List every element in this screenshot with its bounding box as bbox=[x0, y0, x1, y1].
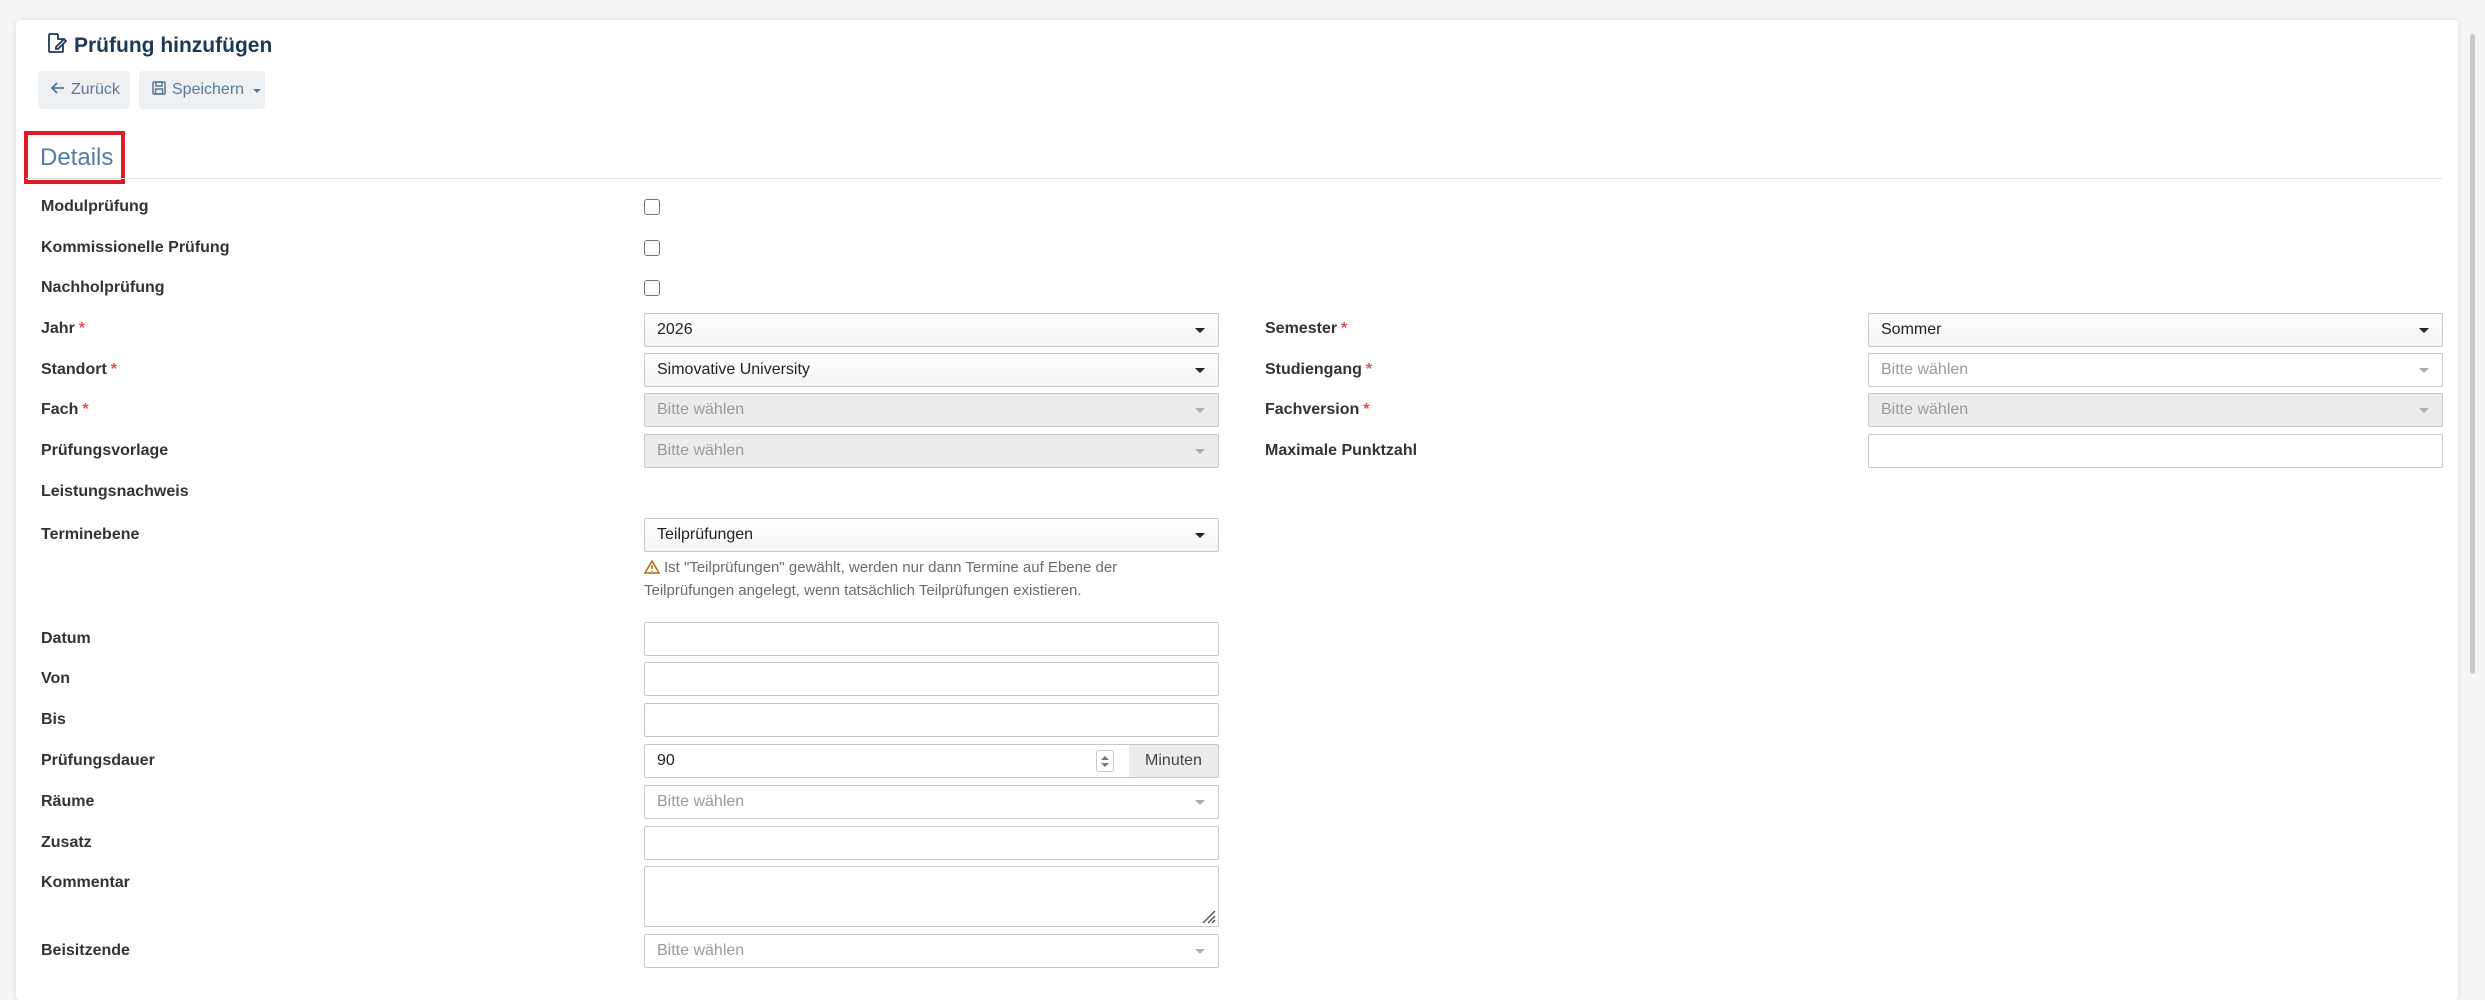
fach-label-text: Fach bbox=[41, 401, 79, 418]
required-marker: * bbox=[82, 401, 89, 418]
modulpruefung-label: Modulprüfung bbox=[41, 198, 149, 215]
zusatz-input[interactable] bbox=[644, 826, 1219, 860]
required-marker: * bbox=[78, 320, 86, 337]
jahr-select[interactable]: 2026 bbox=[644, 313, 1219, 347]
required-marker: * bbox=[1365, 361, 1373, 378]
kommissionelle-label: Kommissionelle Prüfung bbox=[41, 239, 230, 256]
semester-select[interactable]: Sommer bbox=[1868, 313, 2443, 347]
highlight-box bbox=[24, 131, 125, 184]
terminebene-note-line2: Teilprüfungen angelegt, wenn tatsächlich… bbox=[644, 582, 1082, 599]
studiengang-label: Studiengang * bbox=[1265, 361, 1372, 379]
raeume-label: Räume bbox=[41, 793, 95, 810]
pruefungsdauer-input[interactable]: 90 bbox=[644, 744, 1130, 778]
standort-label-text: Standort bbox=[41, 361, 107, 378]
number-spinner[interactable] bbox=[1096, 750, 1114, 772]
page-title: Prüfung hinzufügen bbox=[44, 30, 272, 62]
warning-triangle-icon bbox=[643, 558, 661, 574]
floppy-disk-icon bbox=[151, 80, 167, 101]
arrow-left-icon bbox=[50, 80, 66, 101]
save-button-label: Speichern bbox=[172, 81, 245, 98]
beisitzende-placeholder: Bitte wählen bbox=[657, 942, 745, 959]
studiengang-label-text: Studiengang bbox=[1265, 361, 1362, 378]
nachholpruefung-checkbox[interactable] bbox=[644, 280, 660, 296]
kommissionelle-checkbox[interactable] bbox=[644, 240, 660, 256]
bis-label: Bis bbox=[41, 711, 66, 728]
chevron-down-icon bbox=[1195, 328, 1205, 333]
save-button[interactable]: Speichern bbox=[139, 71, 265, 109]
chevron-down-icon bbox=[253, 89, 262, 93]
jahr-value: 2026 bbox=[657, 321, 693, 338]
page-card bbox=[16, 20, 2458, 1000]
maximale-punktzahl-input[interactable] bbox=[1868, 434, 2443, 468]
fachversion-label-text: Fachversion bbox=[1265, 401, 1360, 418]
standort-label: Standort * bbox=[41, 361, 117, 379]
pruefungsdauer-unit: Minuten bbox=[1129, 744, 1219, 778]
terminebene-select[interactable]: Teilprüfungen bbox=[644, 518, 1219, 552]
back-button-label: Zurück bbox=[71, 81, 120, 98]
nachholpruefung-label: Nachholprüfung bbox=[41, 279, 165, 296]
leistungsnachweis-label: Leistungsnachweis bbox=[41, 483, 189, 500]
required-marker: * bbox=[110, 361, 118, 378]
chevron-down-icon bbox=[1195, 408, 1205, 413]
chevron-down-icon bbox=[2419, 408, 2429, 413]
studiengang-placeholder: Bitte wählen bbox=[1881, 361, 1969, 378]
terminebene-note-line1: Ist "Teilprüfungen" gewählt, werden nur … bbox=[664, 559, 1118, 576]
jahr-label: Jahr * bbox=[41, 320, 85, 338]
fach-select[interactable]: Bitte wählen bbox=[644, 393, 1219, 427]
maximale-punktzahl-label: Maximale Punktzahl bbox=[1265, 442, 1418, 459]
standort-value: Simovative University bbox=[657, 361, 810, 378]
raeume-placeholder: Bitte wählen bbox=[657, 793, 745, 810]
chevron-down-icon bbox=[1195, 800, 1205, 805]
fachversion-label: Fachversion * bbox=[1265, 401, 1370, 419]
jahr-label-text: Jahr bbox=[41, 320, 75, 337]
modulpruefung-checkbox[interactable] bbox=[644, 199, 660, 215]
pruefungsvorlage-select[interactable]: Bitte wählen bbox=[644, 434, 1219, 468]
pruefungsdauer-label: Prüfungsdauer bbox=[41, 752, 155, 769]
semester-value: Sommer bbox=[1881, 321, 1942, 338]
studiengang-select[interactable]: Bitte wählen bbox=[1868, 353, 2443, 387]
semester-label: Semester * bbox=[1265, 320, 1347, 338]
datum-input[interactable] bbox=[644, 622, 1219, 656]
raeume-select[interactable]: Bitte wählen bbox=[644, 785, 1219, 819]
terminebene-value: Teilprüfungen bbox=[657, 526, 754, 543]
zusatz-label: Zusatz bbox=[41, 834, 92, 851]
fachversion-select[interactable]: Bitte wählen bbox=[1868, 393, 2443, 427]
pruefungsdauer-value: 90 bbox=[657, 752, 675, 769]
fachversion-placeholder: Bitte wählen bbox=[1881, 401, 1969, 418]
pruefungsvorlage-placeholder: Bitte wählen bbox=[657, 442, 745, 459]
chevron-down-icon bbox=[1195, 449, 1205, 454]
semester-label-text: Semester bbox=[1265, 320, 1338, 337]
chevron-down-icon bbox=[1195, 368, 1205, 373]
edit-document-icon bbox=[44, 31, 68, 61]
required-marker: * bbox=[1341, 320, 1348, 337]
kommentar-label: Kommentar bbox=[41, 874, 130, 891]
chevron-down-icon bbox=[1195, 533, 1205, 538]
beisitzende-label: Beisitzende bbox=[41, 942, 130, 959]
fach-label: Fach * bbox=[41, 401, 89, 419]
standort-select[interactable]: Simovative University bbox=[644, 353, 1219, 387]
chevron-down-icon bbox=[2419, 368, 2429, 373]
von-label: Von bbox=[41, 670, 71, 687]
terminebene-label: Terminebene bbox=[41, 526, 140, 543]
chevron-down-icon bbox=[2419, 328, 2429, 333]
scrollbar[interactable] bbox=[2470, 34, 2475, 674]
datum-label: Datum bbox=[41, 630, 91, 647]
terminebene-note: Ist "Teilprüfungen" gewählt, werden nur … bbox=[643, 556, 1204, 602]
fach-placeholder: Bitte wählen bbox=[657, 401, 745, 418]
bis-input[interactable] bbox=[644, 703, 1219, 737]
page-title-text: Prüfung hinzufügen bbox=[74, 34, 273, 57]
beisitzende-select[interactable]: Bitte wählen bbox=[644, 934, 1219, 968]
section-divider bbox=[26, 178, 2442, 179]
back-button[interactable]: Zurück bbox=[38, 71, 130, 109]
pruefungsvorlage-label: Prüfungsvorlage bbox=[41, 442, 169, 459]
resize-handle-icon[interactable] bbox=[1198, 906, 1216, 924]
required-marker: * bbox=[1363, 401, 1370, 418]
kommentar-textarea[interactable] bbox=[644, 866, 1219, 927]
chevron-down-icon bbox=[1195, 949, 1205, 954]
von-input[interactable] bbox=[644, 662, 1219, 696]
